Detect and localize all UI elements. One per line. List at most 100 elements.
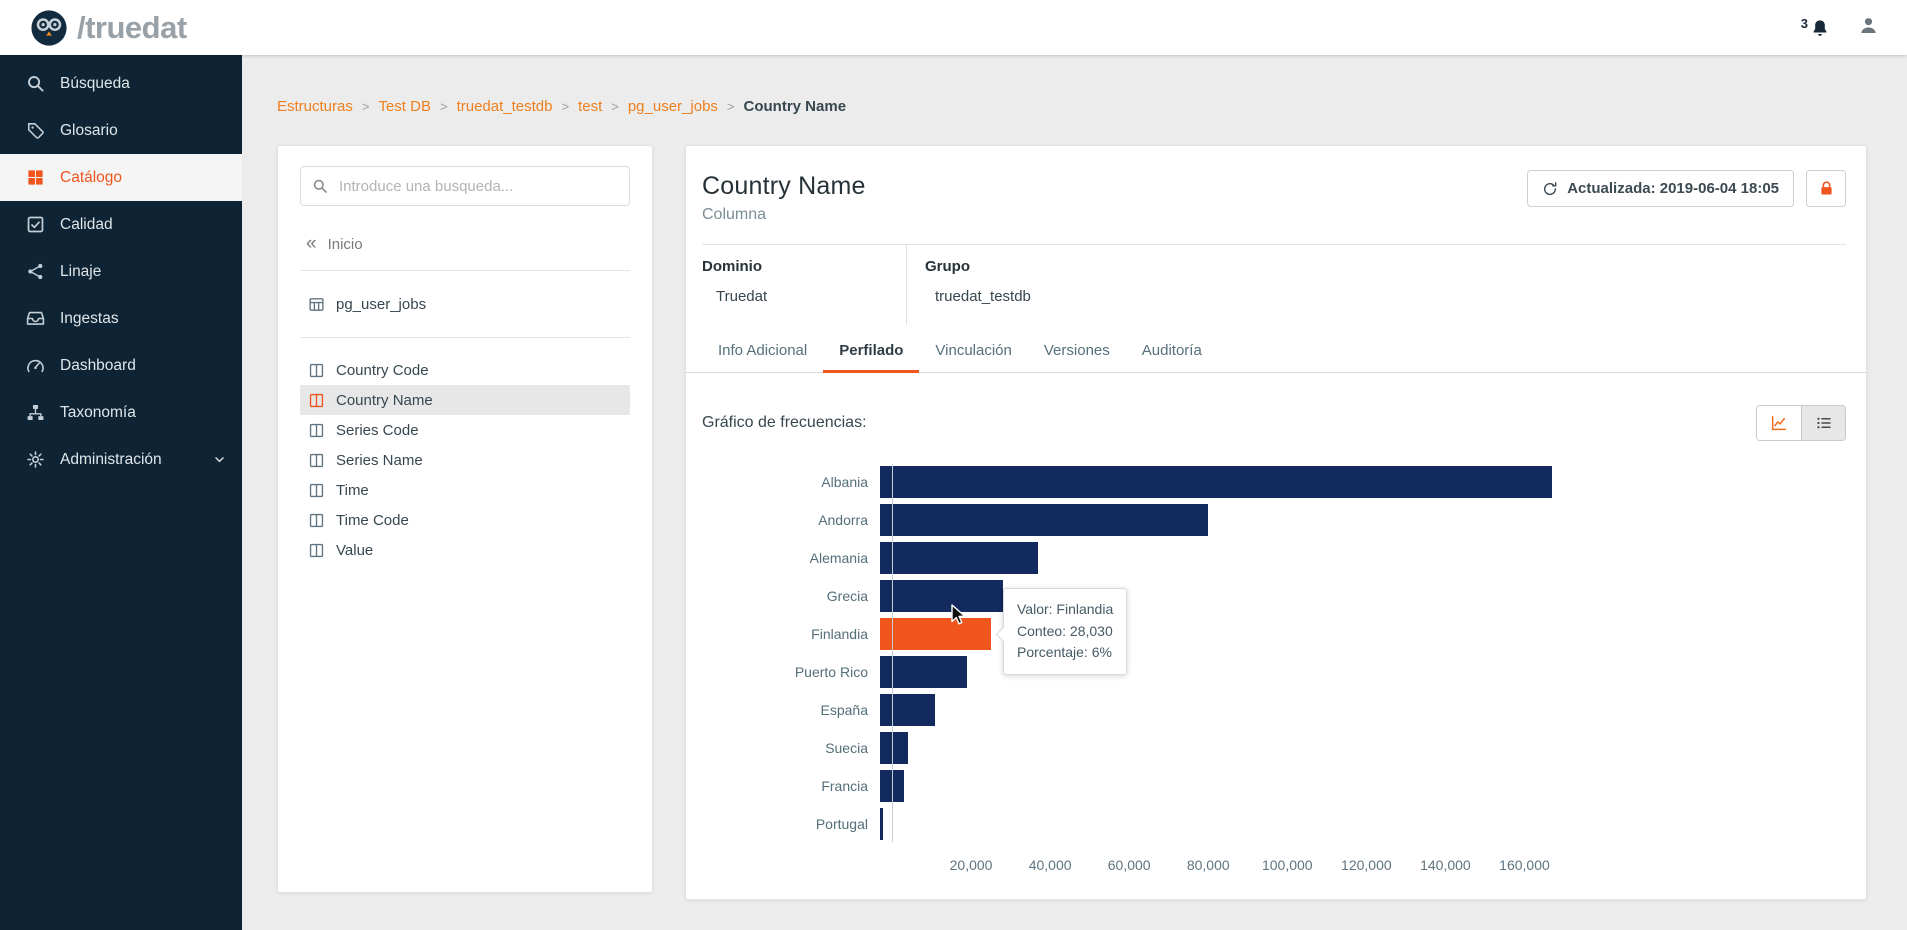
column-icon <box>308 392 325 409</box>
breadcrumb-item-truedat-testdb[interactable]: truedat_testdb <box>457 98 553 115</box>
search-box <box>300 166 630 206</box>
column-icon <box>308 512 325 529</box>
column-item-value[interactable]: Value <box>300 535 630 565</box>
notifications-button[interactable]: 3 <box>1801 16 1830 38</box>
lock-icon <box>1818 180 1835 197</box>
table-icon <box>308 296 325 313</box>
sidebar-item-glosario[interactable]: Glosario <box>0 107 242 154</box>
column-item-series-name[interactable]: Series Name <box>300 445 630 475</box>
tabs: Info Adicional Perfilado Vinculación Versio… <box>686 333 1866 373</box>
chart-bar-andorra[interactable] <box>880 504 1208 536</box>
chart-bar-portugal[interactable] <box>880 808 883 840</box>
breadcrumb-item-test[interactable]: test <box>578 98 602 115</box>
sidebar-item-calidad[interactable]: Calidad <box>0 201 242 248</box>
tab-perfilado[interactable]: Perfilado <box>823 333 920 373</box>
field-grupo: Grupo truedat_testdb <box>907 245 1031 325</box>
column-item-label: Country Code <box>336 361 429 379</box>
search-input[interactable] <box>300 166 630 206</box>
breadcrumb-separator: > <box>439 99 448 114</box>
chart-category-label: Finlandia <box>811 626 868 642</box>
column-item-label: Value <box>336 541 374 559</box>
chart-bar-suecia[interactable] <box>880 732 908 764</box>
sidebar-item-taxonomia[interactable]: Taxonomía <box>0 389 242 436</box>
sidebar-item-dashboard[interactable]: Dashboard <box>0 342 242 389</box>
column-icon <box>308 542 325 559</box>
chart-bar-puerto-rico[interactable] <box>880 656 967 688</box>
chart-category-label: Portugal <box>815 816 868 832</box>
tab-info-adicional[interactable]: Info Adicional <box>702 333 823 372</box>
main-content: Estructuras > Test DB > truedat_testdb > test >… <box>242 55 1907 930</box>
list-view-button[interactable] <box>1801 406 1845 440</box>
column-item-label: Time Code <box>336 511 409 529</box>
metadata-fields: Dominio Truedat Grupo truedat_testdb <box>702 244 1846 325</box>
x-tick-label: 160,000 <box>1499 857 1550 873</box>
breadcrumb-item-pg-user-jobs[interactable]: pg_user_jobs <box>628 98 718 115</box>
frequency-chart: Albania Andorra Alemania Grecia Finlandia Pue… <box>702 463 1846 879</box>
column-item-country-code[interactable]: Country Code <box>300 355 630 385</box>
breadcrumb-separator: > <box>611 99 619 114</box>
x-tick-label: 140,000 <box>1420 857 1471 873</box>
chart-bar-espana[interactable] <box>880 694 935 726</box>
user-icon <box>1858 15 1879 36</box>
double-chevron-left-icon <box>306 236 317 253</box>
chart-bar-alemania[interactable] <box>880 542 1038 574</box>
check-icon <box>26 215 45 234</box>
tooltip-valor: Valor: Finlandia <box>1017 601 1114 617</box>
detail-panel: Country Name Columna Actualizada: 2019-0… <box>685 145 1867 900</box>
search-icon <box>312 178 328 194</box>
dashboard-icon <box>26 356 45 375</box>
sidebar-item-linaje[interactable]: Linaje <box>0 248 242 295</box>
column-icon <box>308 362 325 379</box>
sidebar-item-busqueda[interactable]: Búsqueda <box>0 60 242 107</box>
sidebar-item-catalogo[interactable]: Catálogo <box>0 154 242 201</box>
chart-section-label: Gráfico de frecuencias: <box>702 414 867 431</box>
chart-header: Gráfico de frecuencias: <box>702 405 1846 441</box>
breadcrumb-separator: > <box>561 99 570 114</box>
grid-icon <box>26 168 45 187</box>
chart-bar-albania[interactable] <box>880 466 1552 498</box>
column-item-time-code[interactable]: Time Code <box>300 505 630 535</box>
refresh-icon <box>1542 181 1558 197</box>
column-item-time[interactable]: Time <box>300 475 630 505</box>
chart-view-button[interactable] <box>1757 406 1801 440</box>
table-item-pg-user-jobs[interactable]: pg_user_jobs <box>300 288 630 320</box>
breadcrumb-item-test-db[interactable]: Test DB <box>378 98 431 115</box>
column-item-series-code[interactable]: Series Code <box>300 415 630 445</box>
column-item-label: Series Name <box>336 451 423 469</box>
chart-row-finlandia: Finlandia <box>702 615 1846 653</box>
tab-vinculacion[interactable]: Vinculación <box>919 333 1027 372</box>
chart-category-label: España <box>820 702 868 718</box>
back-label: Inicio <box>327 236 363 253</box>
chart-bar-finlandia[interactable] <box>880 618 991 650</box>
lock-button[interactable] <box>1806 170 1846 207</box>
sidebar-item-ingestas[interactable]: Ingestas <box>0 295 242 342</box>
tab-versiones[interactable]: Versiones <box>1028 333 1126 372</box>
brand-wordmark: /truedat <box>77 9 187 45</box>
share-icon <box>26 262 45 281</box>
breadcrumb-item-estructuras[interactable]: Estructuras <box>277 98 353 115</box>
chart-row-portugal: Portugal <box>702 805 1846 843</box>
tab-auditoria[interactable]: Auditoría <box>1126 333 1218 372</box>
column-item-label: Country Name <box>336 391 433 409</box>
sidebar-item-label: Administración <box>60 450 162 468</box>
chart-bar-grecia[interactable] <box>880 580 1003 612</box>
column-icon <box>308 422 325 439</box>
refresh-updated-button[interactable]: Actualizada: 2019-06-04 18:05 <box>1527 170 1794 207</box>
brand-logo[interactable]: /truedat <box>30 9 187 47</box>
user-menu-button[interactable] <box>1858 15 1879 41</box>
updated-label: Actualizada: 2019-06-04 18:05 <box>1567 180 1779 197</box>
x-tick-label: 120,000 <box>1341 857 1392 873</box>
chart-category-label: Andorra <box>818 512 868 528</box>
column-icon <box>308 452 325 469</box>
page-title: Country Name <box>702 172 866 200</box>
field-value: Truedat <box>716 288 768 305</box>
structure-browser-panel: Inicio pg_user_jobs Country Code Country … <box>277 145 653 893</box>
table-item-label: pg_user_jobs <box>336 295 427 313</box>
column-item-country-name[interactable]: Country Name <box>300 385 630 415</box>
chart-category-label: Albania <box>821 474 868 490</box>
back-to-inicio[interactable]: Inicio <box>306 236 630 253</box>
sidebar-item-administracion[interactable]: Administración <box>0 436 242 483</box>
sidebar-item-label: Catálogo <box>60 168 123 186</box>
x-tick-label: 60,000 <box>1107 857 1151 873</box>
x-tick-label: 80,000 <box>1186 857 1230 873</box>
